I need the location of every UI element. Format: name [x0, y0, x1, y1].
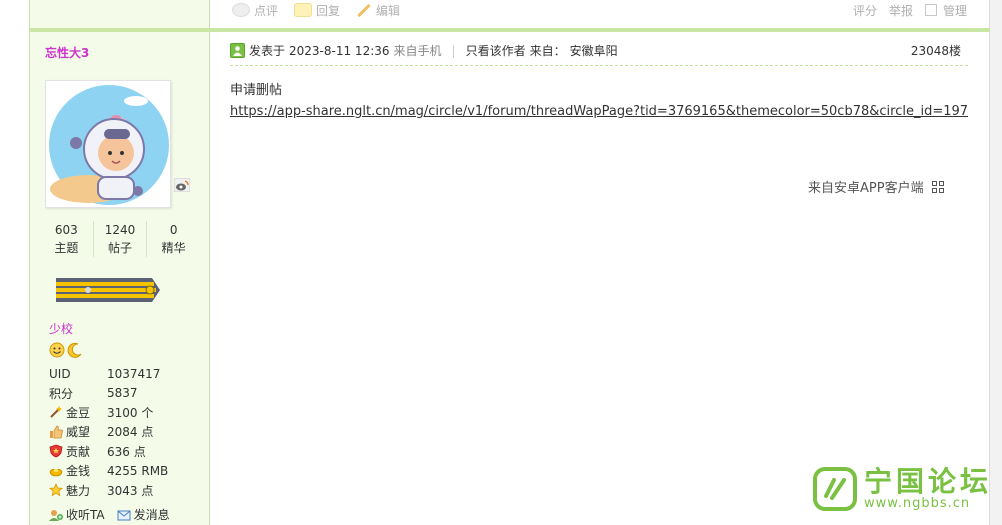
avatar[interactable] — [45, 80, 171, 208]
astronaut-avatar-image — [49, 85, 169, 205]
info-uid: UID 1037417 — [49, 366, 161, 381]
prev-post-admin: 评分 举报 管理 — [853, 0, 967, 20]
post-link[interactable]: https://app-share.nglt.cn/mag/circle/v1/… — [230, 104, 968, 119]
user-info: UID 1037417 积分 5837 金豆 3100 个 威望 2084 点 贡献… — [49, 364, 199, 500]
star-icon — [49, 483, 63, 497]
from-label: 来自： — [529, 44, 566, 58]
info-prestige: 威望 2084 点 — [49, 422, 199, 441]
author-only-link[interactable]: 只看该作者 — [466, 42, 526, 59]
gold-ingot-icon — [49, 468, 63, 477]
ngbbs-logo-icon — [813, 467, 857, 511]
client-source[interactable]: 来自安卓APP客户端 — [808, 177, 944, 196]
stat-posts[interactable]: 1240 帖子 — [92, 221, 147, 257]
report-link[interactable]: 举报 — [889, 2, 913, 19]
rate-link[interactable]: 评分 — [853, 2, 877, 19]
weibo-icon[interactable] — [174, 178, 190, 192]
online-user-icon — [230, 43, 245, 58]
prev-post-actions: 点评 回复 编辑 — [232, 0, 400, 20]
edit-button[interactable]: 编辑 — [356, 0, 400, 20]
post-meta: 发表于 2023-8-11 12:36 来自手机 | 只看该作者 来自： 安徽阜… — [230, 42, 618, 59]
info-points: 积分 5837 — [49, 386, 138, 401]
forum-thread-page: 点评 回复 编辑 评分 举报 管理 忘性大3 603 主题 1240 帖子 0 … — [0, 0, 1002, 525]
post-source: 来自手机 — [393, 44, 442, 58]
stat-digest[interactable]: 0 精华 — [146, 221, 200, 257]
post-location: 安徽阜阳 — [569, 44, 618, 58]
comment-eye-icon — [232, 3, 250, 17]
watermark-text: 宁国论坛 www.ngbbs.cn — [864, 467, 992, 511]
info-charm: 魅力 3043 点 — [49, 480, 199, 499]
reply-button[interactable]: 回复 — [294, 0, 340, 20]
info-money: 金钱 4255 RMB — [49, 461, 199, 480]
post-text: 申请删帖 — [230, 83, 283, 98]
post-datetime: 2023-8-11 12:36 — [289, 43, 390, 58]
posted-prefix: 发表于 — [249, 44, 286, 58]
follow-icon — [49, 509, 63, 521]
thumbs-up-icon — [50, 425, 63, 439]
watermark-cn: 宁国论坛 — [864, 465, 993, 498]
manage-checkbox[interactable]: 管理 — [924, 2, 967, 19]
checkbox-icon[interactable] — [924, 4, 937, 16]
username-link[interactable]: 忘性大3 — [45, 44, 89, 61]
send-message-button[interactable]: 发消息 — [117, 506, 170, 523]
meta-divider: | — [451, 43, 456, 58]
medals — [49, 342, 83, 358]
client-label[interactable]: 来自安卓APP客户端 — [808, 177, 924, 196]
follow-button[interactable]: 收听TA — [49, 506, 105, 523]
user-stats: 603 主题 1240 帖子 0 精华 — [40, 221, 200, 257]
rank-title: 少校 — [49, 322, 74, 336]
site-watermark: 宁国论坛 www.ngbbs.cn — [812, 466, 992, 512]
rank-insignia-icon — [56, 278, 160, 302]
stat-threads[interactable]: 603 主题 — [40, 221, 93, 257]
qr-code-icon[interactable] — [931, 180, 944, 193]
edit-pencil-icon — [357, 3, 371, 17]
reply-icon — [294, 3, 313, 17]
info-gold-beans: 金豆 3100 个 — [49, 403, 199, 422]
user-actions: 收听TA 发消息 — [49, 506, 170, 523]
watermark-en: www.ngbbs.cn — [864, 496, 971, 511]
floor-number[interactable]: 23048楼 — [911, 42, 961, 59]
moon-icon — [67, 342, 82, 358]
post-content: 申请删帖 https://app-share.nglt.cn/mag/circl… — [230, 80, 968, 122]
shield-icon — [49, 444, 63, 458]
envelope-icon — [117, 510, 131, 520]
scrollbar-track[interactable] — [989, 0, 1002, 525]
prev-post-sidebar — [30, 0, 210, 28]
smiley-icon — [49, 342, 65, 358]
post-header: 发表于 2023-8-11 12:36 来自手机 | 只看该作者 来自： 安徽阜… — [230, 40, 968, 66]
user-sidebar: 忘性大3 603 主题 1240 帖子 0 精华 少校 UID 1037417 … — [30, 32, 210, 525]
info-contribution: 贡献 636 点 — [49, 442, 199, 461]
comment-button[interactable]: 点评 — [232, 0, 278, 20]
wand-icon — [50, 406, 62, 419]
